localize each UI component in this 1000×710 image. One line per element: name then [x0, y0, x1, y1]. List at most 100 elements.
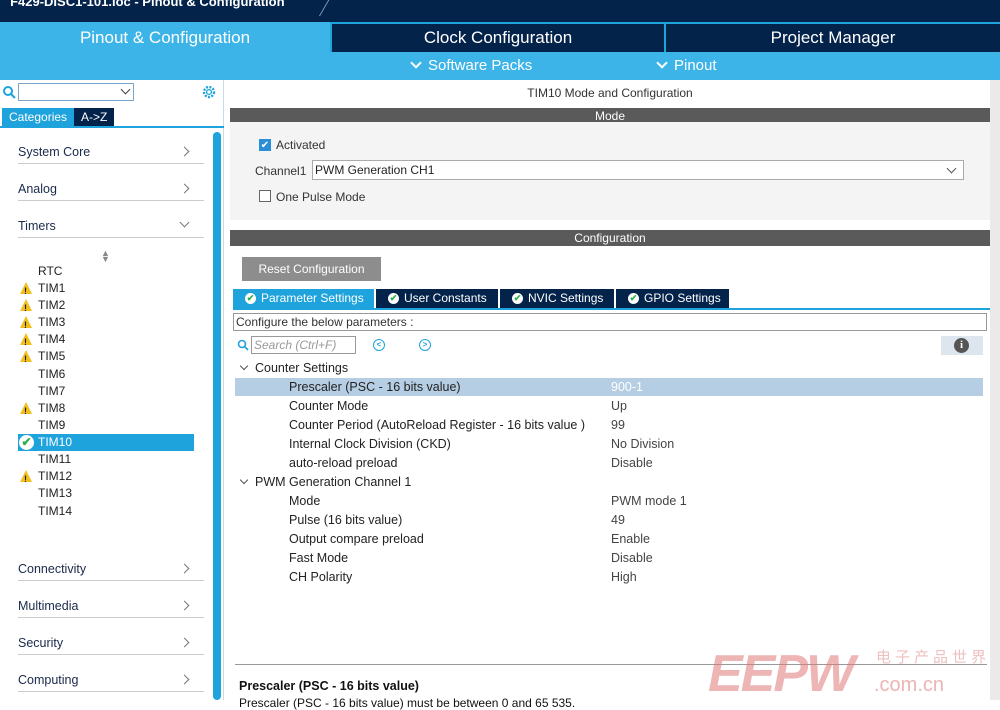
divider: [233, 308, 990, 310]
category-security[interactable]: Security: [18, 631, 204, 655]
pinout-menu[interactable]: Pinout: [656, 57, 717, 74]
config-panel: TIM10 Mode and Configuration Mode ✔ Acti…: [230, 80, 990, 710]
tab-categories[interactable]: Categories: [2, 108, 75, 126]
watermark-domain: .com.cn: [874, 674, 945, 696]
configuration-header: Configuration: [230, 230, 990, 246]
warning-icon: [20, 470, 32, 488]
chevron-down-icon: [239, 361, 249, 371]
tab-user-constants[interactable]: ✔ User Constants: [376, 289, 498, 308]
parameter-search-input[interactable]: Search (Ctrl+F): [251, 336, 356, 354]
timer-item-tim7[interactable]: TIM7: [18, 383, 194, 400]
info-button[interactable]: i: [941, 336, 983, 355]
category-multimedia[interactable]: Multimedia: [18, 594, 204, 618]
reset-configuration-button[interactable]: Reset Configuration: [242, 257, 381, 281]
panel-title: TIM10 Mode and Configuration: [527, 86, 693, 100]
next-result-icon[interactable]: >: [419, 339, 431, 351]
chevron-down-icon: [179, 217, 190, 228]
channel1-select[interactable]: PWM Generation CH1: [312, 160, 964, 180]
category-computing[interactable]: Computing: [18, 668, 204, 692]
watermark-text: EEPW: [708, 645, 855, 703]
title-bar: F429-DISC1-101.ioc - Pinout & Configurat…: [0, 0, 1000, 22]
activated-checkbox[interactable]: ✔: [259, 139, 271, 151]
sort-icon[interactable]: ▲ ▼: [101, 249, 110, 264]
sidebar: Categories A->Z System Core Analog Timers…: [0, 80, 224, 700]
chevron-down-icon: [656, 57, 668, 69]
chevron-right-icon: [179, 563, 190, 574]
sidebar-scrollbar[interactable]: [213, 132, 221, 700]
chevron-down-icon: [946, 163, 957, 174]
timer-item-tim3[interactable]: TIM3: [18, 314, 194, 334]
timer-item-tim1[interactable]: TIM1: [18, 280, 194, 300]
divider: [0, 126, 224, 128]
tab-a-z[interactable]: A->Z: [74, 108, 115, 126]
timer-item-tim10[interactable]: ✔ TIM10: [18, 434, 194, 451]
param-row[interactable]: Pulse (16 bits value) 49: [235, 511, 983, 529]
param-row[interactable]: Mode PWM mode 1: [235, 492, 983, 510]
one-pulse-mode-label: One Pulse Mode: [276, 190, 366, 204]
check-circle-icon: ✔: [245, 293, 256, 304]
param-row[interactable]: Prescaler (PSC - 16 bits value) 900-1: [235, 378, 983, 396]
timer-item-rtc[interactable]: RTC: [18, 263, 194, 280]
configure-instructions: Configure the below parameters :: [233, 313, 987, 331]
previous-result-icon[interactable]: <: [373, 339, 385, 351]
software-packs-menu[interactable]: Software Packs: [410, 57, 532, 74]
chevron-right-icon: [179, 637, 190, 648]
info-icon: i: [954, 338, 969, 353]
warning-icon: [20, 350, 32, 368]
one-pulse-mode-checkbox[interactable]: [259, 190, 271, 202]
gear-icon[interactable]: [201, 84, 217, 100]
check-circle-icon: ✔: [19, 435, 34, 450]
timer-item-tim14[interactable]: TIM14: [18, 503, 194, 520]
timer-item-tim4[interactable]: TIM4: [18, 331, 194, 351]
right-edge-scrollbar[interactable]: [990, 80, 1000, 700]
warning-icon: [20, 282, 32, 300]
chevron-down-icon: [239, 475, 249, 485]
category-timers[interactable]: Timers: [18, 214, 204, 238]
check-circle-icon: ✔: [512, 293, 523, 304]
warning-icon: [20, 333, 32, 351]
chevron-down-icon: [120, 84, 131, 95]
chevron-right-icon: [179, 600, 190, 611]
tab-gpio-settings[interactable]: ✔ GPIO Settings: [616, 289, 729, 308]
warning-icon: [20, 402, 32, 420]
check-circle-icon: ✔: [388, 293, 399, 304]
param-row[interactable]: auto-reload preload Disable: [235, 454, 983, 472]
timer-item-tim11[interactable]: TIM11: [18, 451, 194, 468]
group-counter-settings[interactable]: Counter Settings: [238, 359, 348, 377]
timer-item-tim9[interactable]: TIM9: [18, 417, 194, 434]
param-row[interactable]: CH Polarity High: [235, 568, 983, 586]
watermark-logo: EEPW 电子产品世界 .com.cn: [708, 640, 1000, 703]
tab-clock-configuration[interactable]: Clock Configuration: [332, 24, 664, 52]
timer-item-tim12[interactable]: TIM12: [18, 468, 194, 488]
category-tabs: Categories A->Z: [2, 108, 115, 126]
warning-icon: [20, 299, 32, 317]
channel1-label: Channel1: [255, 164, 307, 178]
mode-panel: ✔ Activated Channel1 PWM Generation CH1 …: [230, 122, 990, 220]
chevron-right-icon: [179, 146, 190, 157]
tab-nvic-settings[interactable]: ✔ NVIC Settings: [500, 289, 614, 308]
chevron-right-icon: [179, 674, 190, 685]
param-row[interactable]: Output compare preload Enable: [235, 530, 983, 548]
warning-icon: [20, 316, 32, 334]
search-icon: [3, 86, 16, 99]
param-row[interactable]: Counter Period (AutoReload Register - 16…: [235, 416, 983, 434]
sidebar-search-input[interactable]: [18, 83, 134, 101]
main-tabs: Pinout & Configuration Clock Configurati…: [0, 22, 1000, 52]
category-analog[interactable]: Analog: [18, 177, 204, 201]
timer-item-tim13[interactable]: TIM13: [18, 485, 194, 502]
timer-item-tim8[interactable]: TIM8: [18, 400, 194, 420]
category-system-core[interactable]: System Core: [18, 140, 204, 164]
check-circle-icon: ✔: [628, 293, 639, 304]
description-title: Prescaler (PSC - 16 bits value): [239, 679, 419, 693]
timer-item-tim6[interactable]: TIM6: [18, 366, 194, 383]
timer-item-tim5[interactable]: TIM5: [18, 348, 194, 368]
param-row[interactable]: Internal Clock Division (CKD) No Division: [235, 435, 983, 453]
tab-pinout-configuration[interactable]: Pinout & Configuration: [0, 22, 330, 52]
param-row[interactable]: Counter Mode Up: [235, 397, 983, 415]
timer-item-tim2[interactable]: TIM2: [18, 297, 194, 317]
tab-project-manager[interactable]: Project Manager: [666, 24, 1000, 52]
group-pwm-generation-channel-1[interactable]: PWM Generation Channel 1: [238, 473, 411, 491]
param-row[interactable]: Fast Mode Disable: [235, 549, 983, 567]
tab-parameter-settings[interactable]: ✔ Parameter Settings: [233, 289, 374, 308]
category-connectivity[interactable]: Connectivity: [18, 557, 204, 581]
